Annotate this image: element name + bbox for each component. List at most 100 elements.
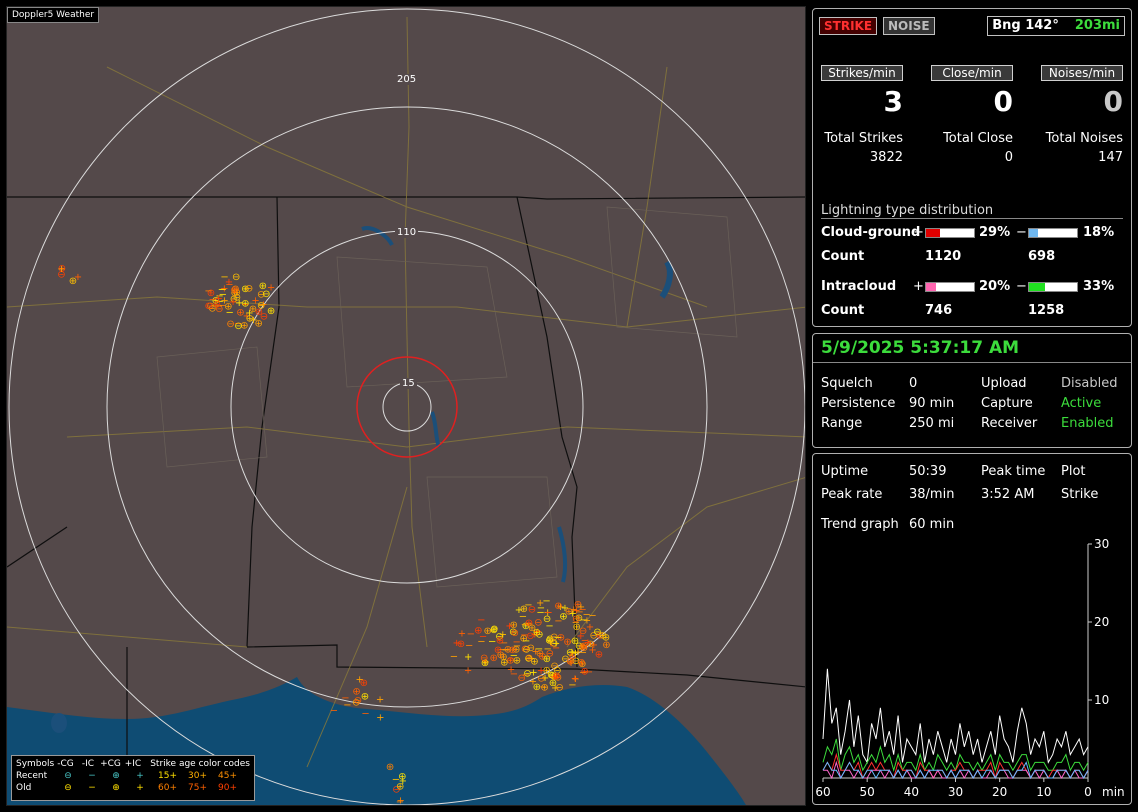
x-tick-label: 50 [860,785,875,799]
legend-age-title: Strike age color codes [150,759,250,769]
persistence-value: 90 min [909,396,955,411]
plus-ic-symbol: + [136,771,144,781]
strike-marker: ⊕ [396,781,404,792]
peak-time-label: Peak time [981,464,1046,479]
plot-label: Plot [1061,464,1086,479]
range-label-15: 15 [400,378,417,389]
legend-header: -CG [57,759,74,769]
strike-marker: ⊕ [540,683,548,694]
symbol-legend: Symbols -CG -IC +CG +IC Strike age color… [11,755,255,801]
total-noises-value: 147 [1098,150,1123,165]
cg-positive-bar [925,228,975,238]
peak-rate-label: Peak rate [821,487,883,502]
ic-negative-count: 1258 [1028,303,1065,318]
noise-button[interactable]: NOISE [883,17,935,35]
strike-marker: − [579,615,587,626]
x-tick-label: 0 [1084,785,1092,799]
strike-marker: + [571,674,579,685]
ic-negative-pct: 33% [1083,279,1115,294]
ic-positive-fill [926,283,936,291]
squelch-label: Squelch [821,376,873,391]
ic-positive-pct: 20% [979,279,1011,294]
datetime: 5/9/2025 5:37:17 AM [821,338,1020,358]
strike-marker: + [464,652,472,663]
strike-marker: ⊕ [230,285,238,296]
peak-rate-value: 38/min [909,487,955,502]
strike-marker: − [554,633,562,644]
plus-cg-symbol: ⊕ [112,771,120,781]
state-borders [7,196,805,767]
receiver-value: Enabled [1061,416,1114,431]
cg-negative-fill [1029,229,1038,237]
strike-marker: − [535,644,543,655]
strike-marker: + [569,609,577,620]
strikes-per-min-button[interactable]: Strikes/min [821,65,903,81]
noises-per-min-button[interactable]: Noises/min [1041,65,1123,81]
age-code: 30+ [188,771,207,781]
strike-marker: − [361,708,369,719]
strike-marker: + [584,637,592,648]
strike-marker: − [513,641,521,652]
plus-ic-symbol: + [136,783,144,793]
x-tick-label: 40 [904,785,919,799]
cloud-ground-label: Cloud-ground [821,225,921,240]
minus-ic-symbol: − [88,783,96,793]
distribution-title: Lightning type distribution [821,203,1123,219]
map-canvas: ⊕−− ⊕⊖−⊕⊖⊕−−⊕+⊕ +⊖⊖ ⊕−+⊖+⊖−⊖⊖+−⊕⊕⊖⊖⊕⊕−−⊖⊕+−… [7,8,805,806]
cg-negative-bar [1028,228,1078,238]
trend-graph: 30 20 10 60 50 40 30 20 10 0 min [815,537,1125,799]
strike-marker: − [544,644,552,655]
x-unit-label: min [1102,785,1125,799]
strike-marker: ⊕ [352,687,360,698]
range-rings [8,8,805,805]
strike-marker: + [249,315,257,326]
x-tick-label: 20 [992,785,1007,799]
strike-marker: + [235,298,243,309]
close-strike-ring [356,356,458,458]
strike-marker: ⊕ [457,639,465,650]
strike-marker: − [467,629,475,640]
lake [557,526,568,583]
range-label-110: 110 [395,227,419,238]
strike-marker: − [585,667,593,678]
legend-row-label: Recent [16,771,48,781]
trend-graph-value: 60 min [909,517,955,532]
total-strikes-value: 3822 [869,150,903,165]
close-per-min-button[interactable]: Close/min [931,65,1013,81]
strike-marker: − [258,299,266,310]
age-code: 90+ [218,783,237,793]
strike-marker: ⊖ [226,319,234,330]
app-title: Doppler5 Weather [7,7,100,23]
strike-marker: + [464,666,472,677]
cg-negative-pct: 18% [1083,225,1115,240]
strike-marker: ⊖ [480,653,488,664]
lightning-map[interactable]: ⊕ − − ⊕ ⊖ − ⊕ ⊖ ⊕ − − ⊕ + ⊕ + ⊖ ⊖ ⊕ − + ⊖ + ⊖ − ⊖ ⊖ + − ⊕ ⊕ ⊖ ⊖ ⊕ ⊕ − − ⊖ ⊕ + −… [6,6,806,806]
y-tick-label: 20 [1094,615,1109,629]
strike-marker: ⊖ [593,627,601,638]
strike-marker: ⊕ [549,678,557,689]
strike-marker: ⊕ [490,625,498,636]
plot-value: Strike [1061,487,1099,502]
receiver-label: Receiver [981,416,1038,431]
legend-header: +IC [124,759,142,769]
strike-button[interactable]: STRIKE [819,17,878,35]
y-tick-label: 30 [1094,537,1109,551]
strike-marker: − [396,797,404,806]
minus-ic-symbol: − [88,771,96,781]
lake [430,411,441,448]
age-code: 75+ [188,783,207,793]
strike-marker: − [545,608,553,619]
strike-marker: − [554,616,562,627]
strike-marker: − [450,652,458,663]
distance-value: 203mi [1074,18,1120,33]
strike-marker: ⊖ [528,604,536,615]
trend-series-total [822,668,1089,764]
plus-sign: + [913,279,924,294]
strike-marker: + [499,630,507,641]
upload-label: Upload [981,376,1027,391]
ic-negative-bar [1028,282,1078,292]
persistence-label: Persistence [821,396,896,411]
settings-panel: 5/9/2025 5:37:17 AM Squelch 0 Upload Dis… [812,333,1132,448]
strike-marker: + [376,713,384,724]
uptime-value: 50:39 [909,464,947,479]
